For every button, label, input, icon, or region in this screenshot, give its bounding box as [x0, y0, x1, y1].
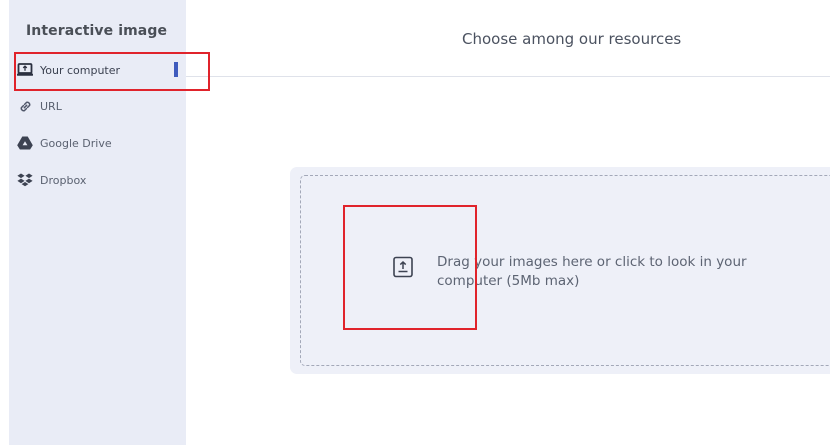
computer-upload-icon — [17, 62, 33, 78]
sidebar-item-url[interactable]: URL — [17, 96, 62, 116]
dropbox-icon — [17, 172, 33, 188]
header-divider — [186, 76, 830, 77]
dropzone-text[interactable]: Drag your images here or click to look i… — [437, 253, 807, 291]
sidebar-item-label: Google Drive — [40, 136, 112, 150]
sidebar-item-label: Your computer — [40, 63, 121, 77]
google-drive-icon — [17, 135, 33, 151]
app-root: Interactive image Your computer URL Goog… — [0, 0, 830, 445]
sidebar-item-dropbox[interactable]: Dropbox — [17, 170, 86, 190]
page-title: Choose among our resources — [462, 30, 682, 48]
sidebar-item-your-computer[interactable]: Your computer — [17, 60, 120, 80]
sidebar-title: Interactive image — [26, 23, 168, 39]
sidebar-item-label: URL — [40, 99, 62, 113]
file-upload-icon — [392, 256, 414, 278]
active-indicator — [174, 62, 178, 77]
sidebar-item-label: Dropbox — [40, 173, 87, 187]
link-icon — [17, 98, 33, 114]
sidebar-item-google-drive[interactable]: Google Drive — [17, 133, 112, 153]
